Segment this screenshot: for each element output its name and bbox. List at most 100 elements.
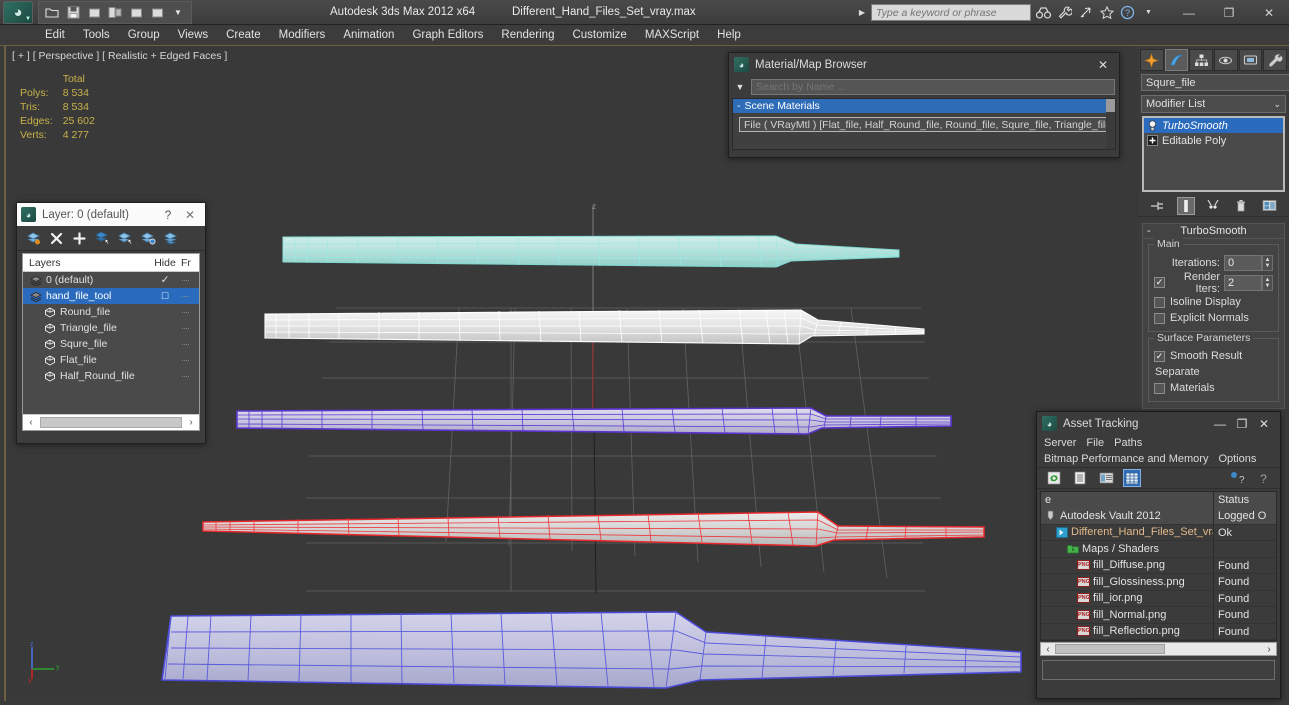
turbosmooth-rollout-header[interactable]: - TurboSmooth [1143,224,1284,239]
layer-close-button[interactable]: ✕ [179,208,201,222]
create-tab-icon[interactable] [1140,49,1164,71]
display-tab-icon[interactable] [1238,49,1263,71]
asset-row-fill-glossiness-png[interactable]: PNG fill_Glossiness.png Found [1041,574,1276,591]
render-iters-checkbox[interactable]: ✓ [1154,277,1165,288]
isoline-display-checkbox[interactable] [1154,296,1165,308]
layer-scroll-thumb[interactable] [40,417,182,428]
material-map-browser-window[interactable]: ◕ Material/Map Browser ✕ ▼ - Scene Mater… [728,52,1120,158]
list-view-icon[interactable] [1071,469,1089,487]
asset-horizontal-scrollbar[interactable]: ‹ › [1040,642,1277,656]
asset-maximize-button[interactable]: ❐ [1231,417,1253,431]
asset-menu-server[interactable]: Server [1044,437,1076,449]
layer-freeze-toggle[interactable]: ···· [181,339,199,349]
iterations-value[interactable]: 0 [1224,254,1262,271]
layer-explorer-window[interactable]: ◕ Layer: 0 (default) ? ✕ Layers Hide Fr … [16,202,206,444]
layer-hide-toggle[interactable]: ✓ [149,274,181,286]
asset-row-different-hand-files-set-vray-max[interactable]: Different_Hand_Files_Set_vray.max Ok [1041,524,1276,541]
field-smooth-result[interactable]: ✓ Smooth Result [1154,348,1273,364]
layer-row-round-file[interactable]: Round_file ···· [23,304,199,320]
highlight-selected-objects-icon[interactable] [140,230,157,247]
motion-tab-icon[interactable] [1214,49,1238,71]
undo-icon[interactable] [85,4,103,22]
hide-layer-icon[interactable] [163,230,180,247]
infocenter-expand-icon[interactable]: ▶ [857,8,867,17]
menu-item-customize[interactable]: Customize [563,25,635,46]
material-search-input[interactable] [751,79,1115,95]
asset-row-fill-ior-png[interactable]: PNG fill_ior.png Found [1041,590,1276,607]
layer-row-squre-file[interactable]: Squre_file ···· [23,336,199,352]
open-file-icon[interactable] [43,4,61,22]
menu-item-tools[interactable]: Tools [74,25,119,46]
menu-item-rendering[interactable]: Rendering [492,25,563,46]
refresh-icon[interactable] [1045,469,1063,487]
asset-minimize-button[interactable]: — [1209,417,1231,431]
field-explicit-normals[interactable]: Explicit Normals [1154,310,1273,326]
material-browser-list[interactable]: - Scene Materials File ( VRayMtl ) [Flat… [732,98,1116,150]
asset-scroll-right-icon[interactable]: › [1262,644,1276,655]
help-icon[interactable]: ? [1254,469,1272,487]
layer-scroll-left-icon[interactable]: ‹ [23,417,39,428]
material-browser-title-bar[interactable]: ◕ Material/Map Browser ✕ [729,53,1119,76]
delete-layer-icon[interactable] [48,230,65,247]
layer-scroll-right-icon[interactable]: › [183,417,199,428]
layer-row-0-default-[interactable]: 0 (default) ✓ ···· [23,272,199,288]
blank-icon[interactable] [127,4,145,22]
layer-list[interactable]: Layers Hide Fr 0 (default) ✓ ···· hand_file… [22,253,200,431]
layer-window-title-bar[interactable]: ◕ Layer: 0 (default) ? ✕ [17,203,205,226]
modifier-stack-item-editable-poly[interactable]: Editable Poly [1144,133,1283,148]
pin-stack-icon[interactable] [1149,197,1167,215]
modifier-stack-item-turbosmooth[interactable]: TurboSmooth [1144,118,1283,133]
layer-freeze-toggle[interactable]: ···· [181,323,199,333]
layer-freeze-toggle[interactable]: ···· [181,355,199,365]
app-logo-icon[interactable]: ◕ ▼ [3,1,33,24]
asset-tracking-title-bar[interactable]: ◕ Asset Tracking — ❐ ✕ [1037,412,1280,435]
wrench-icon[interactable] [1056,4,1073,21]
asset-list[interactable]: e Status Autodesk Vault 2012 Logged O Diff… [1040,491,1277,641]
layer-hide-toggle[interactable]: □ [149,290,181,302]
asset-row-fill-reflection-png[interactable]: PNG fill_Reflection.png Found [1041,623,1276,640]
layer-freeze-toggle[interactable]: ···· [181,275,199,285]
lightbulb-icon[interactable] [1146,119,1159,132]
field-materials[interactable]: Materials [1154,380,1273,396]
render-iters-stepper[interactable]: ▲ ▼ [1262,274,1273,291]
asset-close-button[interactable]: ✕ [1253,417,1275,431]
configure-modifier-sets-icon[interactable] [1260,197,1278,215]
asset-menu-options[interactable]: Options [1218,453,1256,465]
layer-freeze-toggle[interactable]: ···· [181,291,199,301]
asset-row-maps-shaders[interactable]: Maps / Shaders [1041,541,1276,558]
material-filter-dropdown-icon[interactable]: ▼ [733,82,747,92]
asset-menu-bitmap-performance-and-memory[interactable]: Bitmap Performance and Memory [1044,453,1208,465]
binoculars-icon[interactable] [1035,4,1052,21]
layer-row-half-round-file[interactable]: Half_Round_file ···· [23,368,199,384]
asset-scroll-left-icon[interactable]: ‹ [1041,644,1055,655]
menu-item-modifiers[interactable]: Modifiers [270,25,335,46]
search-input[interactable] [871,4,1031,21]
layer-freeze-toggle[interactable]: ···· [181,371,199,381]
help-dropdown-icon[interactable]: ▼ [1140,4,1157,21]
modifier-list-dropdown[interactable]: Modifier List ⌄ [1141,95,1286,113]
add-selection-icon[interactable] [71,230,88,247]
utilities-tab-icon[interactable] [1263,49,1288,71]
chevron-down-icon[interactable]: ⌄ [1273,99,1281,110]
menu-item-animation[interactable]: Animation [334,25,403,46]
asset-row-fill-normal-png[interactable]: PNG fill_Normal.png Found [1041,607,1276,624]
viewport-label[interactable]: [ + ] [ Perspective ] [ Realistic + Edge… [12,50,227,62]
select-objects-in-layer-icon[interactable] [94,230,111,247]
field-isoline-display[interactable]: Isoline Display [1154,294,1273,310]
smooth-result-checkbox[interactable]: ✓ [1154,350,1165,362]
layer-horizontal-scrollbar[interactable]: ‹ › [23,414,199,430]
blank2-icon[interactable] [148,4,166,22]
plus-box-icon[interactable] [1146,134,1159,147]
rollout-collapse-icon[interactable]: - [1147,225,1151,237]
menu-item-help[interactable]: Help [708,25,750,46]
layer-help-button[interactable]: ? [157,208,179,222]
minimize-button[interactable]: — [1169,0,1209,25]
layer-row-hand-file-tool[interactable]: hand_file_tool □ ···· [23,288,199,304]
asset-tracking-window[interactable]: ◕ Asset Tracking — ❐ ✕ Server File Paths B… [1036,411,1281,699]
layer-freeze-toggle[interactable]: ···· [181,307,199,317]
asset-row-autodesk-vault-2012[interactable]: Autodesk Vault 2012 Logged O [1041,508,1276,525]
menu-item-create[interactable]: Create [217,25,270,46]
save-file-icon[interactable] [64,4,82,22]
favorites-star-icon[interactable] [1098,4,1115,21]
redo-icon[interactable] [106,4,124,22]
